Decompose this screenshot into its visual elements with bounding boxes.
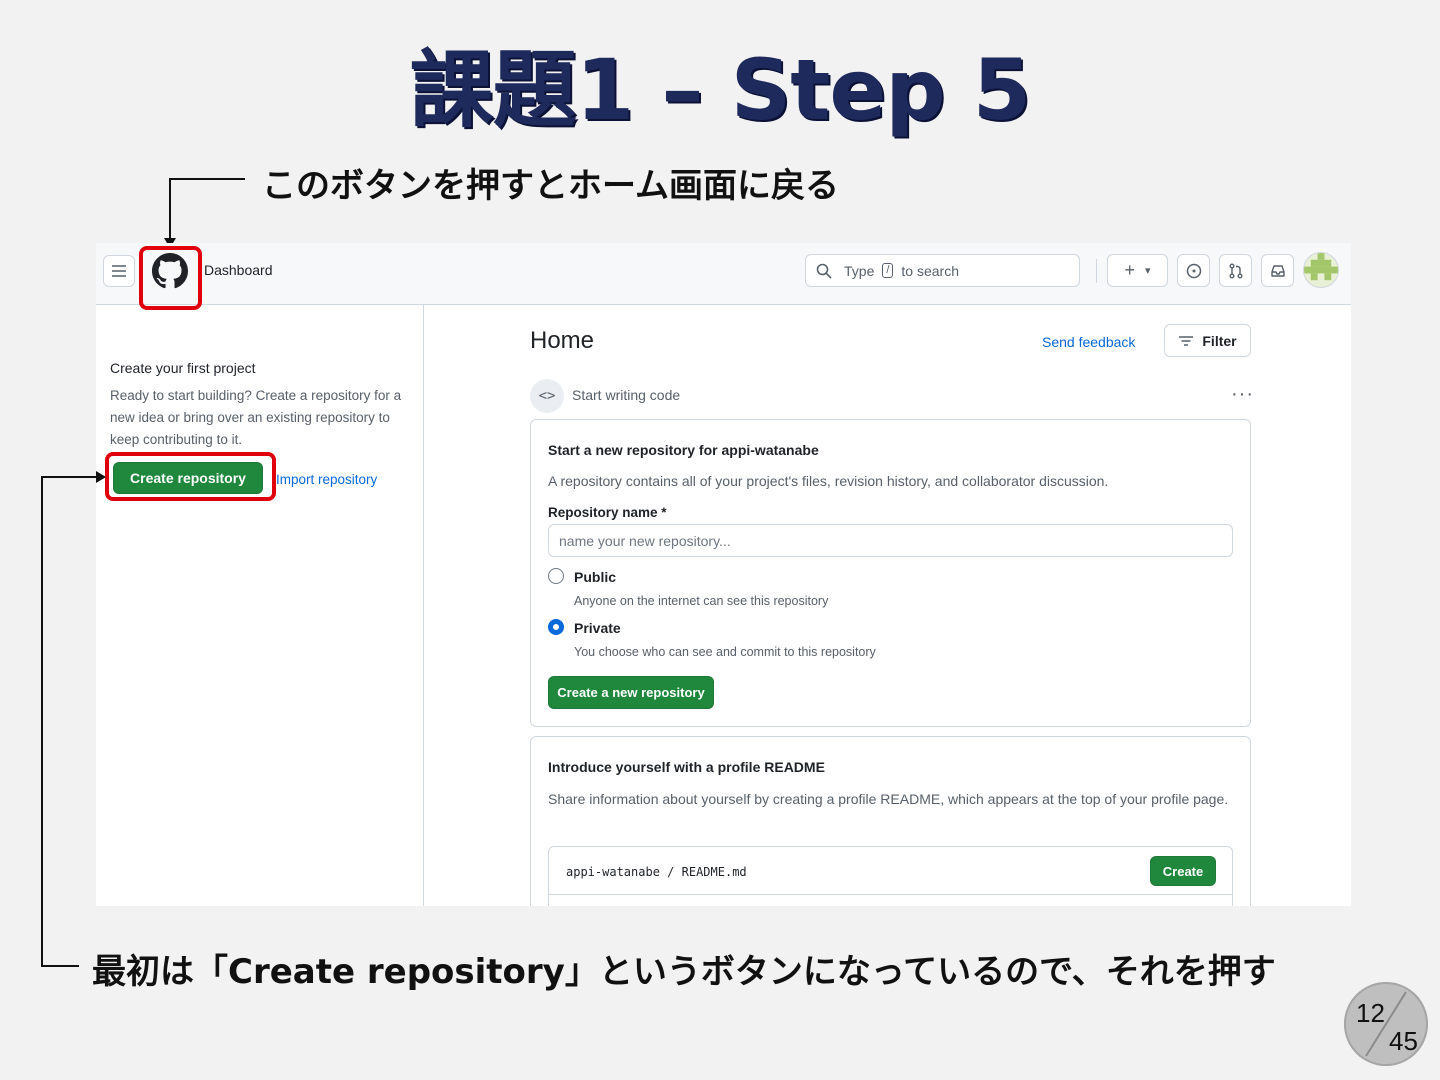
- import-repository-link[interactable]: Import repository: [276, 472, 377, 487]
- repository-name-label: Repository name *: [548, 505, 667, 520]
- sidebar-description: Ready to start building? Create a reposi…: [110, 388, 402, 447]
- plus-icon: +: [1124, 260, 1135, 280]
- readme-path-separator: /: [667, 865, 675, 879]
- readme-path: appi-watanabe / README.md: [566, 865, 747, 879]
- header-divider: [1096, 259, 1097, 283]
- filter-icon: [1179, 335, 1194, 346]
- user-avatar[interactable]: [1303, 252, 1339, 288]
- search-icon: [816, 263, 832, 279]
- readme-preview-box: appi-watanabe / README.md Create: [548, 846, 1233, 906]
- slide-title: 課題1 – Step 5: [409, 41, 1031, 139]
- inbox-icon: [1270, 264, 1285, 277]
- send-feedback-link[interactable]: Send feedback: [1042, 334, 1135, 350]
- callout-bottom-arrowhead: [96, 471, 106, 483]
- callout-top-line-horizontal: [169, 178, 245, 180]
- callout-bottom-line-vertical: [41, 476, 43, 967]
- dashboard-breadcrumb[interactable]: Dashboard: [204, 262, 273, 278]
- highlight-create-repository: [105, 452, 276, 501]
- inbox-button[interactable]: [1261, 254, 1294, 287]
- repository-name-input[interactable]: name your new repository...: [548, 524, 1233, 557]
- issue-opened-icon: [1186, 263, 1201, 278]
- public-label: Public: [574, 569, 617, 585]
- public-description: Anyone on the internet can see this repo…: [574, 594, 829, 608]
- filter-button[interactable]: Filter: [1164, 324, 1251, 357]
- private-label: Private: [574, 620, 621, 636]
- kebab-menu-icon[interactable]: ···: [1231, 383, 1254, 406]
- sidebar-title: Create your first project: [110, 360, 256, 376]
- code-icon: <>: [530, 379, 564, 413]
- readme-divider: [549, 894, 1232, 895]
- callout-bottom-line-horizontal-high: [41, 476, 97, 478]
- readme-path-user: appi-watanabe: [566, 865, 660, 879]
- callout-create-repository: 最初は「Create repository」というボタンになっているので、それを…: [92, 952, 1276, 992]
- readme-path-file: README.md: [681, 865, 747, 879]
- highlight-github-logo: [139, 246, 202, 310]
- chevron-down-icon: ▾: [1144, 265, 1151, 277]
- search-input[interactable]: Type / to search: [805, 254, 1080, 287]
- hamburger-icon: [112, 265, 126, 277]
- search-suffix: to search: [901, 262, 960, 279]
- readme-card-description: Share information about yourself by crea…: [548, 791, 1229, 807]
- page-number-badge: 12 45: [1344, 982, 1428, 1066]
- pull-request-icon: [1229, 263, 1242, 278]
- identicon-icon: [1304, 253, 1338, 281]
- private-description: You choose who can see and commit to thi…: [574, 645, 876, 659]
- page-total: 45: [1389, 1026, 1418, 1056]
- filter-label: Filter: [1202, 332, 1237, 349]
- new-repository-card: Start a new repository for appi-watanabe…: [530, 419, 1251, 727]
- issues-button[interactable]: [1177, 254, 1210, 287]
- new-repo-card-description: A repository contains all of your projec…: [548, 473, 1109, 489]
- private-radio[interactable]: [548, 619, 564, 635]
- profile-readme-card: Introduce yourself with a profile README…: [530, 736, 1251, 906]
- callout-home-button: このボタンを押すとホーム画面に戻る: [262, 166, 839, 206]
- page-title: Home: [530, 327, 595, 354]
- sidebar: Create your first project Ready to start…: [96, 305, 424, 906]
- pull-requests-button[interactable]: [1219, 254, 1252, 287]
- callout-top-line-vertical: [169, 178, 171, 240]
- create-new-dropdown-button[interactable]: + ▾: [1107, 254, 1168, 287]
- public-radio[interactable]: [548, 568, 564, 584]
- create-new-repository-button[interactable]: Create a new repository: [548, 676, 714, 709]
- github-header: Dashboard Type / to search + ▾: [96, 243, 1351, 305]
- github-screenshot: Dashboard Type / to search + ▾ Create yo…: [96, 243, 1351, 906]
- callout-bottom-line-horizontal-low: [41, 965, 79, 967]
- readme-card-title: Introduce yourself with a profile README: [548, 759, 825, 775]
- page-current: 12: [1356, 998, 1385, 1028]
- search-shortcut-key: /: [882, 263, 894, 278]
- new-repo-card-title: Start a new repository for appi-watanabe: [548, 442, 819, 458]
- create-readme-button[interactable]: Create: [1150, 856, 1216, 886]
- search-prefix: Type: [844, 262, 875, 279]
- hamburger-menu-button[interactable]: [103, 255, 135, 287]
- start-writing-code-label: Start writing code: [572, 387, 681, 403]
